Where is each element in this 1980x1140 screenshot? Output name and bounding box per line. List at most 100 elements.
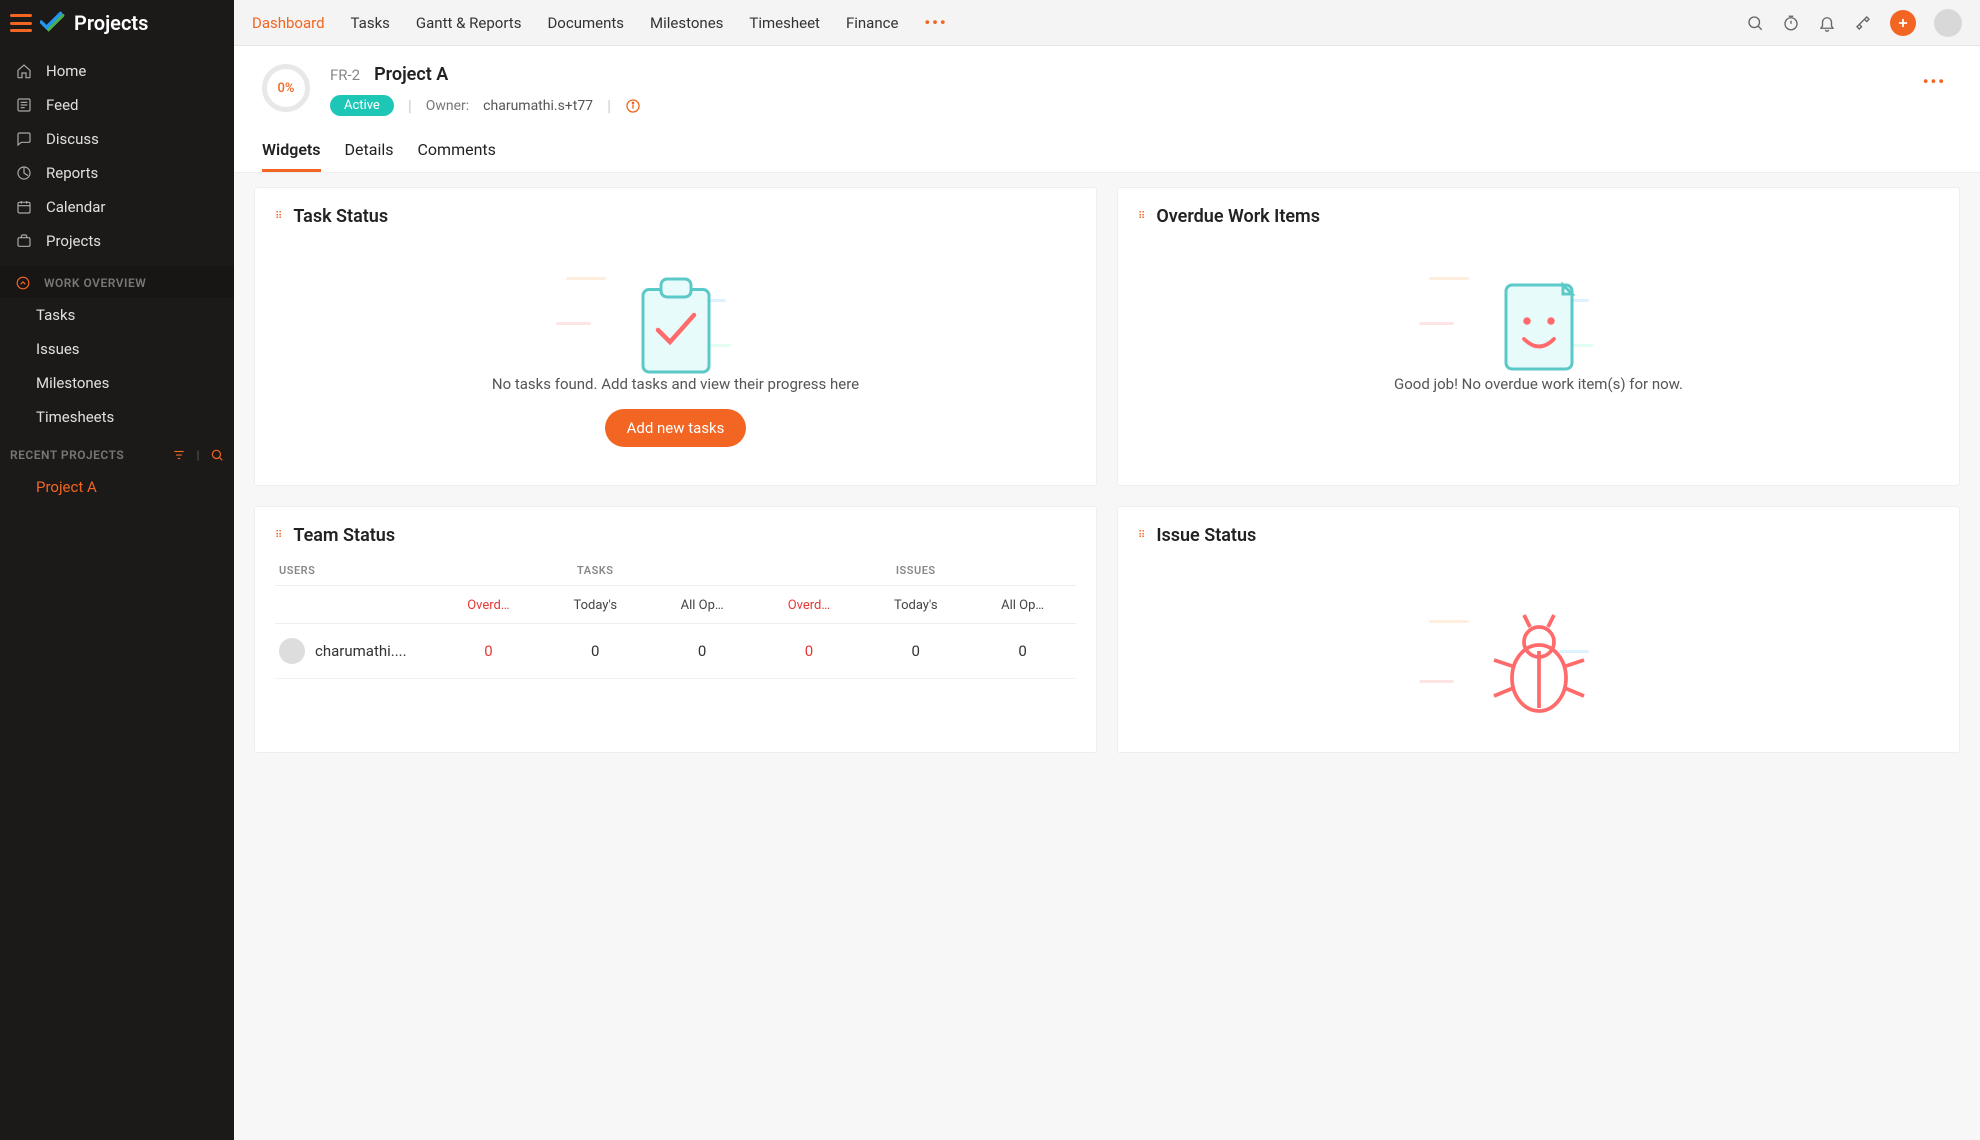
cell-issues-today: 0 bbox=[862, 642, 969, 660]
tab-timesheet[interactable]: Timesheet bbox=[749, 14, 820, 32]
subtab-details[interactable]: Details bbox=[345, 140, 394, 172]
bug-illustration bbox=[1479, 606, 1599, 696]
add-button[interactable] bbox=[1890, 10, 1916, 36]
subcol-today: Today's bbox=[542, 598, 649, 613]
app-logo-icon bbox=[40, 10, 66, 36]
tab-finance[interactable]: Finance bbox=[846, 14, 898, 32]
home-icon bbox=[16, 63, 32, 79]
nav-reports[interactable]: Reports bbox=[0, 156, 234, 190]
discuss-icon bbox=[16, 131, 32, 147]
cell-tasks-open: 0 bbox=[649, 642, 756, 660]
subcol-allopen: All Op… bbox=[969, 598, 1076, 613]
owner-name: charumathi.s+t77 bbox=[483, 98, 593, 114]
work-overview-header[interactable]: WORK OVERVIEW bbox=[0, 266, 234, 298]
nav-label: Discuss bbox=[46, 130, 99, 148]
project-name: Project A bbox=[374, 64, 448, 85]
col-tasks: TASKS bbox=[435, 564, 756, 577]
drag-handle-icon[interactable]: ⠿ bbox=[1138, 211, 1146, 222]
tools-icon[interactable] bbox=[1854, 14, 1872, 32]
sidebar: Projects Home Feed Discuss Reports Calen… bbox=[0, 0, 234, 1140]
widget-team-status: ⠿ Team Status USERS TASKS ISSUES Overd… … bbox=[254, 506, 1097, 753]
project-code: FR-2 bbox=[330, 66, 360, 84]
search-icon[interactable] bbox=[1746, 14, 1764, 32]
user-avatar-icon bbox=[279, 638, 305, 664]
sub-milestones[interactable]: Milestones bbox=[0, 366, 234, 400]
tabs-more-icon[interactable]: ••• bbox=[924, 13, 947, 32]
subcol-overdue: Overd… bbox=[435, 598, 542, 613]
search-icon[interactable] bbox=[210, 448, 224, 462]
top-icons bbox=[1746, 9, 1962, 37]
subtab-comments[interactable]: Comments bbox=[418, 140, 496, 172]
recent-projects-header: RECENT PROJECTS | bbox=[0, 434, 234, 470]
main-area: Dashboard Tasks Gantt & Reports Document… bbox=[234, 0, 1980, 1140]
chevron-up-icon bbox=[16, 276, 30, 290]
tab-gantt[interactable]: Gantt & Reports bbox=[416, 14, 522, 32]
nav-calendar[interactable]: Calendar bbox=[0, 190, 234, 224]
content-area: ⠿ Task Status No tasks found. Add tasks … bbox=[234, 173, 1980, 1140]
hamburger-icon[interactable] bbox=[10, 14, 32, 32]
header-more-icon[interactable]: ••• bbox=[1923, 72, 1946, 91]
nav-feed[interactable]: Feed bbox=[0, 88, 234, 122]
user-avatar[interactable] bbox=[1934, 9, 1962, 37]
main-nav: Home Feed Discuss Reports Calendar Proje… bbox=[0, 46, 234, 266]
nav-label: Projects bbox=[46, 232, 101, 250]
divider: | bbox=[196, 448, 200, 462]
plus-icon bbox=[1896, 16, 1910, 30]
widget-task-status: ⠿ Task Status No tasks found. Add tasks … bbox=[254, 187, 1097, 486]
drag-handle-icon[interactable]: ⠿ bbox=[275, 530, 283, 541]
subcol-allopen: All Op… bbox=[649, 598, 756, 613]
tab-milestones[interactable]: Milestones bbox=[650, 14, 723, 32]
briefcase-icon bbox=[16, 233, 32, 249]
sub-issues[interactable]: Issues bbox=[0, 332, 234, 366]
cell-issues-overdue: 0 bbox=[756, 642, 863, 660]
nav-discuss[interactable]: Discuss bbox=[0, 122, 234, 156]
widget-title: Overdue Work Items bbox=[1156, 206, 1320, 227]
subcol-today: Today's bbox=[862, 598, 969, 613]
widget-title: Team Status bbox=[293, 525, 395, 546]
reports-icon bbox=[16, 165, 32, 181]
subcol-overdue: Overd… bbox=[756, 598, 863, 613]
user-cell[interactable]: charumathi.... bbox=[275, 638, 435, 664]
nav-label: Calendar bbox=[46, 198, 106, 216]
drag-handle-icon[interactable]: ⠿ bbox=[275, 211, 283, 222]
nav-home[interactable]: Home bbox=[0, 54, 234, 88]
table-row: charumathi.... 0 0 0 0 0 0 bbox=[275, 624, 1076, 679]
feed-icon bbox=[16, 97, 32, 113]
topbar: Dashboard Tasks Gantt & Reports Document… bbox=[234, 0, 1980, 46]
nav-label: Home bbox=[46, 62, 86, 80]
nav-label: Reports bbox=[46, 164, 98, 182]
col-users: USERS bbox=[275, 564, 435, 577]
smile-illustration bbox=[1479, 267, 1599, 357]
tab-dashboard[interactable]: Dashboard bbox=[252, 14, 325, 32]
nav-projects[interactable]: Projects bbox=[0, 224, 234, 258]
subtab-widgets[interactable]: Widgets bbox=[262, 140, 321, 172]
recent-label: RECENT PROJECTS bbox=[10, 448, 124, 462]
status-badge[interactable]: Active bbox=[330, 95, 394, 116]
info-icon[interactable] bbox=[625, 98, 641, 114]
col-issues: ISSUES bbox=[756, 564, 1077, 577]
add-tasks-button[interactable]: Add new tasks bbox=[605, 409, 747, 447]
tab-documents[interactable]: Documents bbox=[547, 14, 624, 32]
app-name: Projects bbox=[74, 11, 148, 35]
cell-issues-open: 0 bbox=[969, 642, 1076, 660]
section-label: WORK OVERVIEW bbox=[44, 276, 146, 290]
drag-handle-icon[interactable]: ⠿ bbox=[1138, 530, 1146, 541]
filter-icon[interactable] bbox=[172, 448, 186, 462]
timer-icon[interactable] bbox=[1782, 14, 1800, 32]
subtabs: Widgets Details Comments bbox=[234, 116, 1980, 173]
divider: | bbox=[408, 96, 412, 115]
cell-tasks-overdue: 0 bbox=[435, 642, 542, 660]
widget-title: Issue Status bbox=[1156, 525, 1256, 546]
widget-issue-status: ⠿ Issue Status bbox=[1117, 506, 1960, 753]
user-name: charumathi.... bbox=[315, 642, 407, 660]
team-status-table: USERS TASKS ISSUES Overd… Today's All Op… bbox=[275, 556, 1076, 679]
sub-tasks[interactable]: Tasks bbox=[0, 298, 234, 332]
nav-label: Feed bbox=[46, 96, 79, 114]
sub-timesheets[interactable]: Timesheets bbox=[0, 400, 234, 434]
clipboard-check-illustration bbox=[616, 267, 736, 357]
recent-project-item[interactable]: Project A bbox=[0, 470, 234, 504]
widget-title: Task Status bbox=[293, 206, 388, 227]
tab-tasks[interactable]: Tasks bbox=[351, 14, 390, 32]
logo-bar: Projects bbox=[0, 0, 234, 46]
bell-icon[interactable] bbox=[1818, 14, 1836, 32]
